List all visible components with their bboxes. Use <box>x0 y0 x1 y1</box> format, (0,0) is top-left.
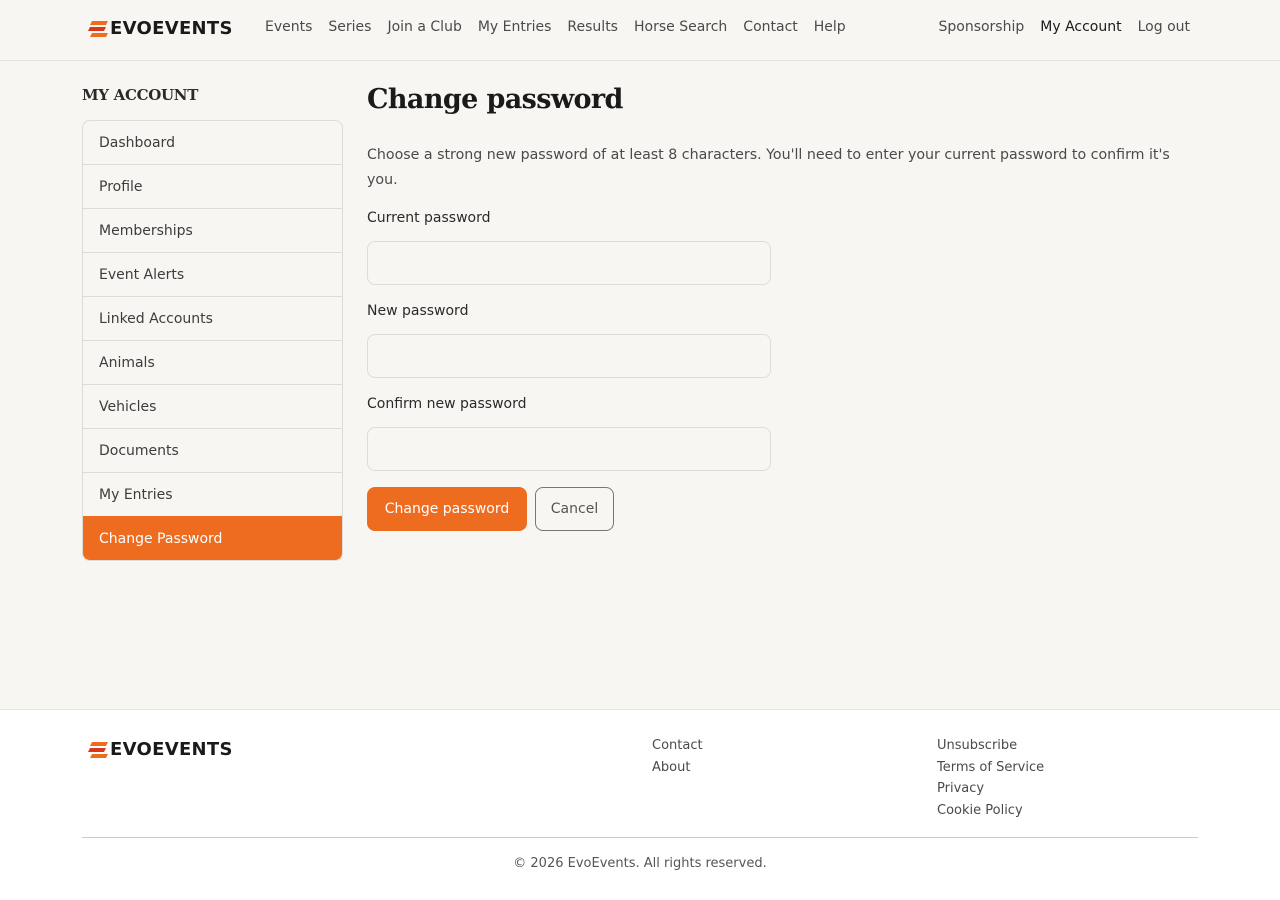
sidebar-item-memberships[interactable]: Memberships <box>83 208 342 252</box>
sidebar-heading: MY ACCOUNT <box>82 86 199 104</box>
footer-link-cookie-policy[interactable]: Cookie Policy <box>937 800 1044 822</box>
footer-brand-logo[interactable]: EVOEVENTS <box>88 740 233 760</box>
sidebar-item-profile[interactable]: Profile <box>83 164 342 208</box>
intro-text: Choose a strong new password of at least… <box>367 147 1170 188</box>
footer-link-unsubscribe[interactable]: Unsubscribe <box>937 735 1044 757</box>
footer-divider <box>82 837 1198 838</box>
site-footer: EVOEVENTS Contact About Unsubscribe Term… <box>0 709 1280 900</box>
current-password-label: Current password <box>367 210 491 226</box>
footer-links-company: Contact About <box>652 735 703 778</box>
footer-brand-name: EVOEVENTS <box>110 739 233 760</box>
nav-results[interactable]: Results <box>567 17 618 37</box>
footer-links-legal: Unsubscribe Terms of Service Privacy Coo… <box>937 735 1044 822</box>
new-password-label: New password <box>367 303 469 319</box>
nav-horse-search[interactable]: Horse Search <box>634 17 727 37</box>
sidebar-item-change-password[interactable]: Change Password <box>83 516 342 560</box>
confirm-password-label: Confirm new password <box>367 396 527 412</box>
cancel-button[interactable]: Cancel <box>535 487 614 531</box>
copyright-text: © 2026 EvoEvents. All rights reserved. <box>513 856 767 871</box>
confirm-password-field[interactable] <box>367 427 771 471</box>
account-sidebar: Dashboard Profile Memberships Event Aler… <box>82 120 343 561</box>
site-header: EVOEVENTS Events Series Join a Club My E… <box>0 0 1280 61</box>
nav-log-out[interactable]: Log out <box>1138 17 1190 37</box>
new-password-field[interactable] <box>367 334 771 378</box>
nav-contact[interactable]: Contact <box>743 17 797 37</box>
logo-mark-icon <box>88 21 108 37</box>
nav-my-account[interactable]: My Account <box>1040 17 1121 37</box>
brand-name: EVOEVENTS <box>110 18 233 39</box>
sidebar-item-my-entries[interactable]: My Entries <box>83 472 342 516</box>
sidebar-item-dashboard[interactable]: Dashboard <box>83 121 342 164</box>
sidebar-item-linked-accounts[interactable]: Linked Accounts <box>83 296 342 340</box>
sidebar-item-vehicles[interactable]: Vehicles <box>83 384 342 428</box>
nav-join-a-club[interactable]: Join a Club <box>387 17 461 37</box>
logo-mark-icon <box>88 742 108 758</box>
account-nav: Sponsorship My Account Log out <box>922 17 1190 37</box>
brand-logo[interactable]: EVOEVENTS <box>88 19 233 39</box>
sidebar-item-event-alerts[interactable]: Event Alerts <box>83 252 342 296</box>
footer-link-privacy[interactable]: Privacy <box>937 778 1044 800</box>
nav-series[interactable]: Series <box>328 17 371 37</box>
nav-sponsorship[interactable]: Sponsorship <box>938 17 1024 37</box>
footer-link-terms[interactable]: Terms of Service <box>937 757 1044 779</box>
page-title: Change password <box>367 84 623 115</box>
change-password-button[interactable]: Change password <box>367 487 527 531</box>
footer-link-about[interactable]: About <box>652 757 703 779</box>
current-password-field[interactable] <box>367 241 771 285</box>
nav-events[interactable]: Events <box>265 17 312 37</box>
nav-help[interactable]: Help <box>814 17 846 37</box>
footer-link-contact[interactable]: Contact <box>652 735 703 757</box>
sidebar-item-animals[interactable]: Animals <box>83 340 342 384</box>
sidebar-item-documents[interactable]: Documents <box>83 428 342 472</box>
nav-my-entries[interactable]: My Entries <box>478 17 552 37</box>
main-nav: Events Series Join a Club My Entries Res… <box>265 17 862 37</box>
